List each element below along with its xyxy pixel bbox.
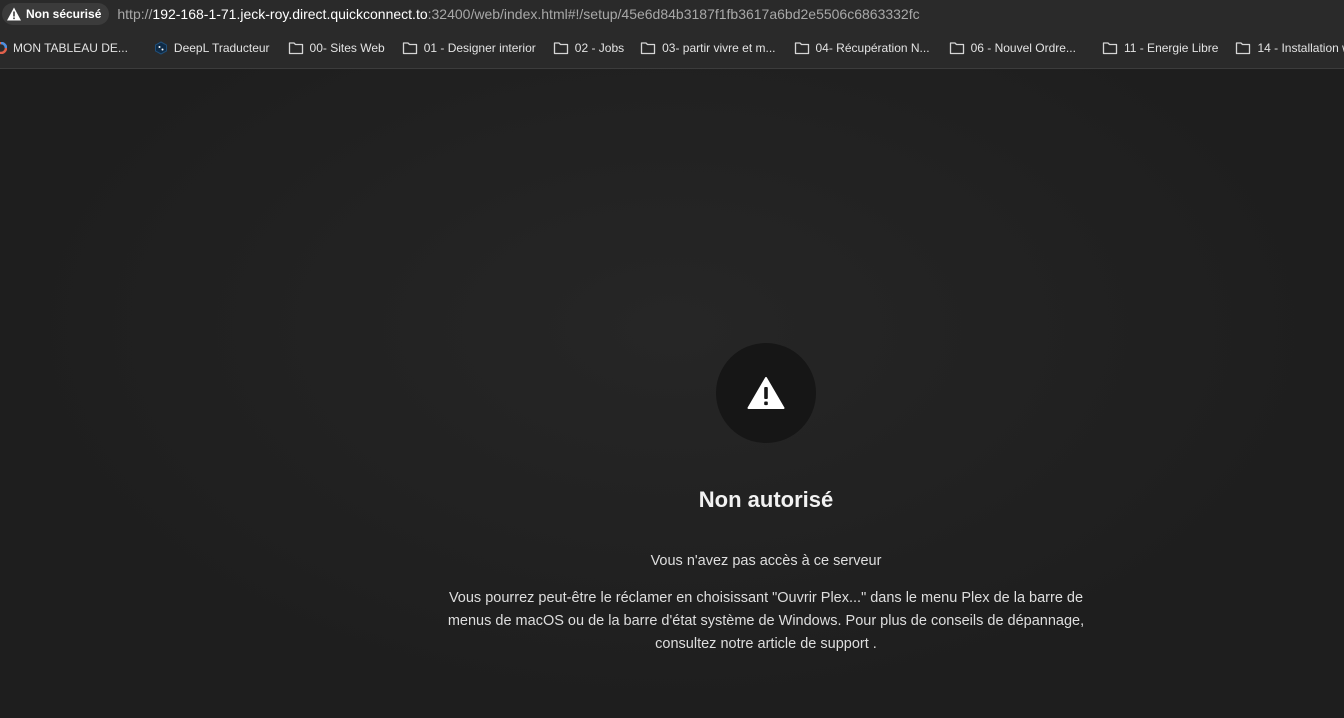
- folder-icon: [949, 42, 964, 55]
- app-logo-icon: [0, 42, 7, 54]
- folder-icon: [553, 42, 568, 55]
- bookmark-label: 11 - Energie Libre: [1123, 41, 1219, 55]
- bookmark-label: 06 - Nouvel Ordre...: [970, 41, 1076, 55]
- bookmark-item[interactable]: 14 - Installation win: [1235, 34, 1344, 62]
- folder-icon: [1102, 42, 1118, 55]
- url-input[interactable]: http://192-168-1-71.jeck-roy.direct.quic…: [117, 6, 919, 22]
- folder-icon: [402, 42, 417, 55]
- warning-badge: [716, 343, 816, 443]
- bookmark-label: 04- Récupération N...: [815, 41, 930, 55]
- page-subtitle: Vous n'avez pas accès à ce serveur: [650, 553, 882, 569]
- bookmarks-bar: MON TABLEAU DE... DeepL Traducteur 00- S…: [0, 28, 1344, 69]
- help-text: Vous pourrez peut-être le réclamer en ch…: [446, 587, 1086, 656]
- security-label: Non sécurisé: [26, 7, 102, 21]
- bookmark-item[interactable]: 06 - Nouvel Ordre...: [949, 34, 1076, 62]
- folder-icon: [640, 42, 656, 55]
- folder-icon: [1236, 42, 1251, 55]
- url-scheme: http://: [117, 6, 153, 22]
- deepl-icon: [154, 41, 167, 55]
- warning-triangle-icon: [6, 6, 22, 22]
- page-content: Non autorisé Vous n'avez pas accès à ce …: [0, 69, 1344, 718]
- help-text-end: .: [868, 636, 877, 652]
- bookmark-label: 02 - Jobs: [574, 41, 625, 55]
- address-bar: Non sécurisé http://192-168-1-71.jeck-ro…: [0, 0, 1344, 28]
- bookmark-item[interactable]: DeepL Traducteur: [154, 34, 270, 62]
- bookmark-item[interactable]: 02 - Jobs: [553, 34, 624, 62]
- bookmark-item[interactable]: 00- Sites Web: [288, 34, 385, 62]
- bookmark-label: 00- Sites Web: [309, 41, 385, 55]
- bookmark-item[interactable]: 03- partir vivre et m...: [640, 34, 776, 62]
- url-path: :32400/web/index.html#!/setup/45e6d84b31…: [427, 6, 920, 22]
- url-host: 192-168-1-71.jeck-roy.direct.quickconnec…: [152, 6, 428, 22]
- warning-icon: [747, 377, 785, 409]
- bookmark-label: 01 - Designer interior: [423, 41, 536, 55]
- folder-icon: [794, 42, 809, 55]
- support-article-link[interactable]: article de support: [758, 636, 869, 652]
- page-title: Non autorisé: [698, 487, 834, 512]
- bookmark-item[interactable]: 04- Récupération N...: [794, 34, 930, 62]
- folder-icon: [288, 42, 303, 55]
- bookmark-label: MON TABLEAU DE...: [13, 41, 128, 55]
- bookmark-item[interactable]: 01 - Designer interior: [402, 34, 536, 62]
- bookmark-item[interactable]: MON TABLEAU DE...: [0, 34, 128, 62]
- security-indicator-button[interactable]: Non sécurisé: [2, 3, 110, 25]
- bookmark-label: 14 - Installation win: [1257, 41, 1344, 55]
- bookmark-label: 03- partir vivre et m...: [662, 41, 776, 55]
- bookmark-item[interactable]: 11 - Energie Libre: [1102, 34, 1219, 62]
- bookmark-label: DeepL Traducteur: [173, 41, 270, 55]
